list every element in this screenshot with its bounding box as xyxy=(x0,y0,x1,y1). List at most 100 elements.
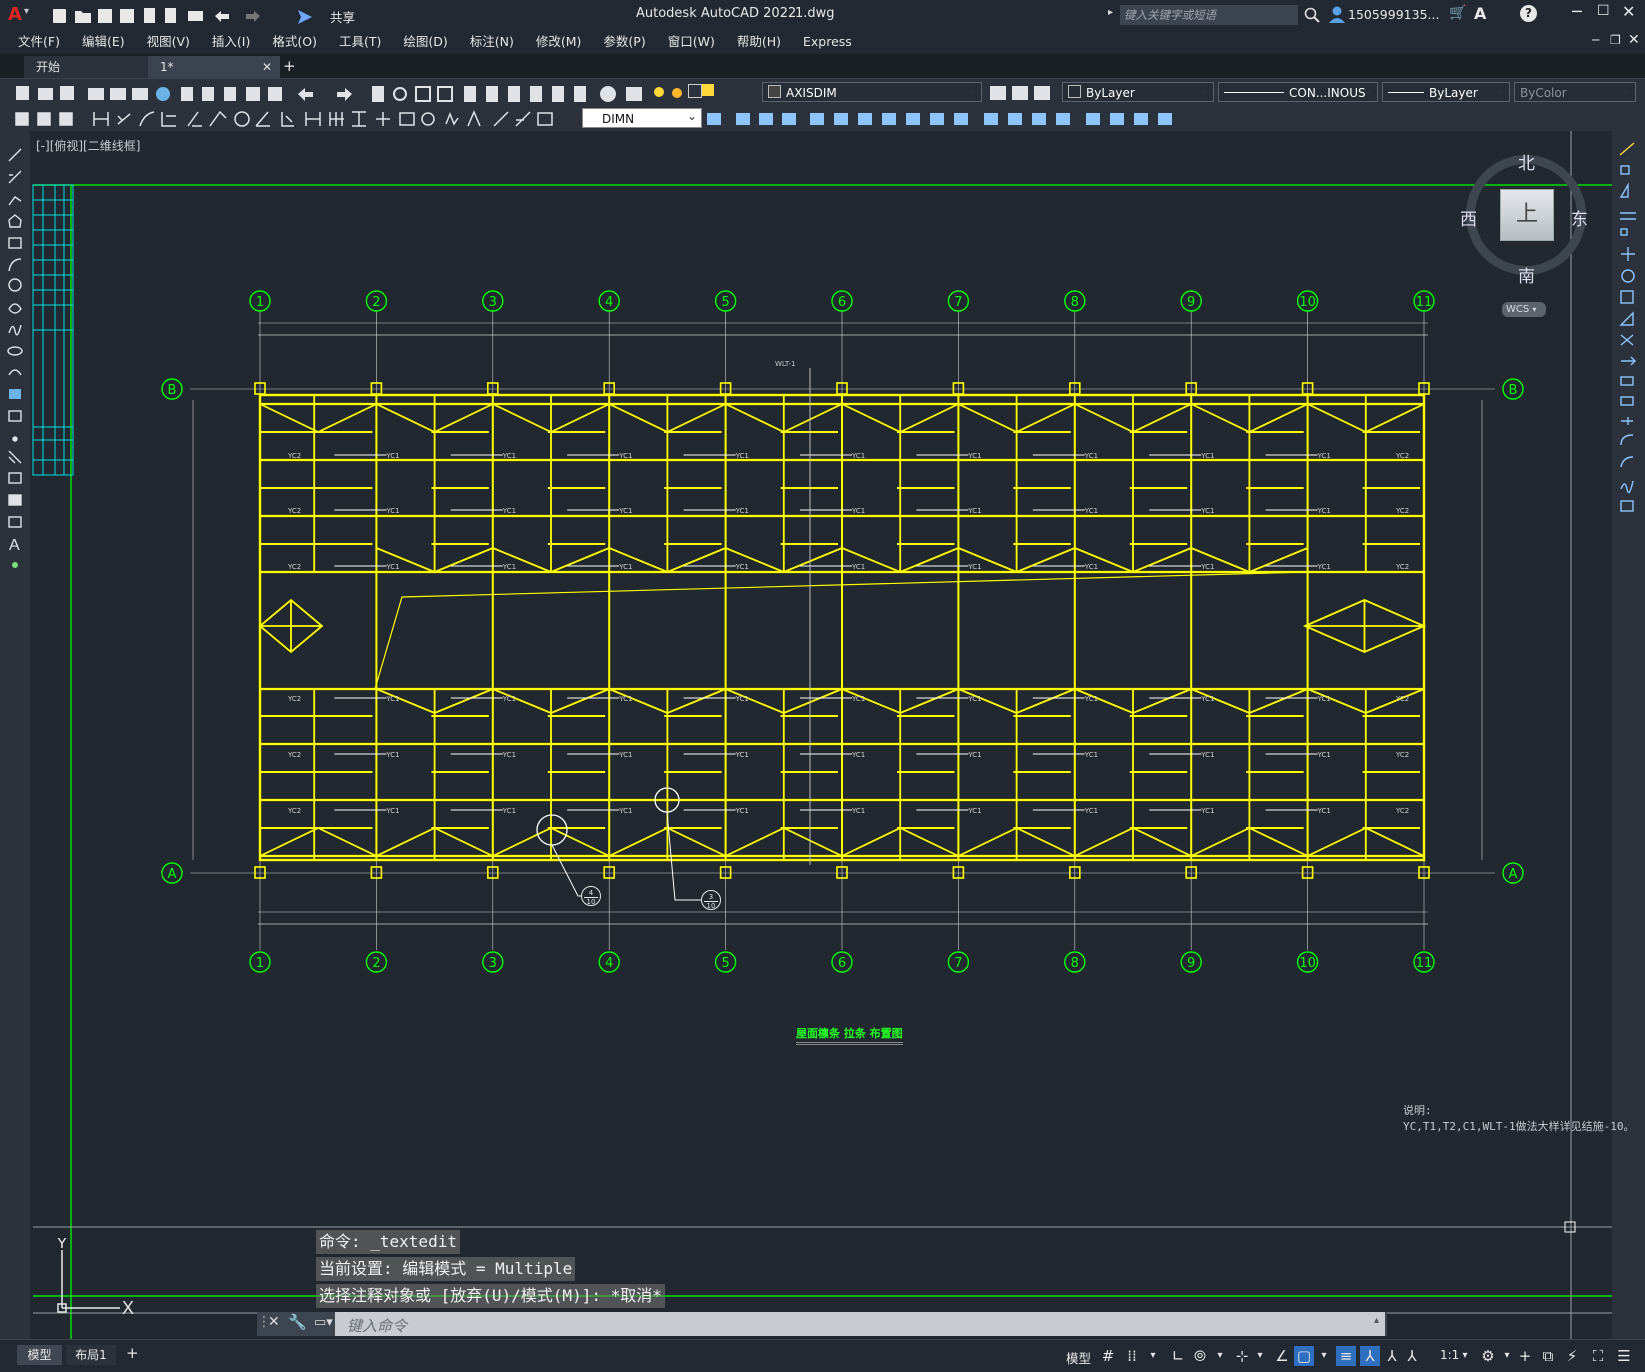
layer-on-icon xyxy=(654,87,664,97)
menu-file[interactable]: 文件(F) xyxy=(7,30,71,54)
ellipse-icon xyxy=(7,346,23,356)
help-icon[interactable]: ? xyxy=(1520,5,1537,22)
tolerance-icon xyxy=(399,112,415,126)
detail-callout-2[interactable]: 3 10 xyxy=(701,890,721,910)
3d-dwf-icon xyxy=(156,87,170,101)
color-swatch-icon xyxy=(1068,85,1081,98)
design-note[interactable]: 说明: YC,T1,T2,C1,WLT-1做法大样详见结施-10。 xyxy=(1403,1103,1634,1135)
ucs-icon: Y X xyxy=(57,1238,134,1318)
note-body: YC,T1,T2,C1,WLT-1做法大样详见结施-10。 xyxy=(1403,1120,1635,1133)
polar-chevron-icon[interactable]: ▾ xyxy=(1210,1346,1230,1366)
dimstyle-dropdown[interactable]: AXISDIM xyxy=(762,80,982,102)
menu-help[interactable]: 帮助(H) xyxy=(726,30,792,54)
menu-draw[interactable]: 绘图(D) xyxy=(392,30,458,54)
linetype-sample xyxy=(1224,92,1284,93)
osnap-chevron-icon[interactable]: ▾ xyxy=(1314,1346,1334,1366)
polar-icon[interactable]: ⦾ xyxy=(1190,1346,1210,1366)
menu-modify[interactable]: 修改(M) xyxy=(525,30,593,54)
workspace-gear-icon[interactable]: ⚙ xyxy=(1478,1346,1498,1366)
copy-icon xyxy=(202,87,214,101)
add-layout-icon[interactable]: + xyxy=(126,1344,139,1362)
layer-dropdown[interactable]: DIMN xyxy=(582,106,702,128)
viewcube-top-face[interactable]: 上 xyxy=(1500,189,1554,241)
doc-close-icon[interactable]: ✕ xyxy=(1628,32,1640,48)
lineweight-toggle-icon[interactable]: ≡ xyxy=(1336,1346,1356,1366)
close-icon[interactable]: ✕ xyxy=(1622,2,1635,21)
lineweight-dropdown[interactable]: ByLayer xyxy=(1382,80,1510,102)
isodraft-icon[interactable]: ⊹ xyxy=(1232,1346,1252,1366)
annotation-monitor-icon[interactable]: + xyxy=(1515,1346,1535,1366)
viewcube-west[interactable]: 西 xyxy=(1460,205,1477,230)
drawing-title[interactable]: 屋面檩条 拉条 布置图 xyxy=(796,1025,903,1045)
search-icon[interactable] xyxy=(1304,7,1320,23)
insert-block-icon xyxy=(9,389,21,399)
snap-icon[interactable]: ⁞⁞ xyxy=(1122,1346,1142,1366)
workspace-chevron-icon[interactable]: ▾ xyxy=(1497,1346,1517,1366)
command-customize-icon[interactable]: 🔧 xyxy=(288,1313,307,1331)
customization-icon[interactable]: ☰ xyxy=(1614,1346,1634,1366)
viewcube-north[interactable]: 北 xyxy=(1518,149,1535,174)
viewcube-south[interactable]: 南 xyxy=(1518,262,1535,287)
auto-scale-icon[interactable]: ⅄ xyxy=(1382,1346,1402,1366)
command-history-chevron-icon[interactable]: ▴ xyxy=(1374,1315,1379,1326)
search-placeholder: 键入关键字或短语 xyxy=(1124,8,1216,22)
search-expand-icon[interactable]: ▸ xyxy=(1108,7,1113,18)
menu-dimension[interactable]: 标注(N) xyxy=(459,30,525,54)
detail-callout-1[interactable]: 4 10 xyxy=(581,886,601,906)
command-recent-icon[interactable]: ▭▾ xyxy=(314,1315,333,1330)
tab-layout1[interactable]: 布局1 xyxy=(66,1345,116,1365)
object-snap-tracking-icon[interactable]: ∠ xyxy=(1272,1346,1292,1366)
isodraft-chevron-icon[interactable]: ▾ xyxy=(1250,1346,1270,1366)
grid-icon[interactable]: # xyxy=(1098,1346,1118,1366)
user-name[interactable]: 1505999135... xyxy=(1348,7,1439,22)
menu-window[interactable]: 窗口(W) xyxy=(657,30,726,54)
object-icon-2 xyxy=(759,113,773,125)
title-bar: A ▾ 共享 Autodesk AutoCAD 2022 1.dwg ▸ 键入关… xyxy=(0,0,1645,30)
viewport-label[interactable]: [-][俯视][二维线框] xyxy=(36,137,140,154)
tab-close-icon[interactable]: ✕ xyxy=(262,56,272,78)
plotstyle-dropdown[interactable]: ByColor xyxy=(1514,80,1636,102)
ortho-icon[interactable]: ∟ xyxy=(1168,1346,1188,1366)
menu-view[interactable]: 视图(V) xyxy=(136,30,201,54)
wcs-menu[interactable]: WCS ▾ xyxy=(1502,302,1546,317)
share-label[interactable]: 共享 xyxy=(330,7,355,26)
app-menu-chevron-icon[interactable]: ▾ xyxy=(24,6,29,17)
menu-express[interactable]: Express xyxy=(792,30,863,54)
tab-start[interactable]: 开始 xyxy=(24,56,156,78)
user-icon[interactable] xyxy=(1328,6,1346,24)
viewcube-east[interactable]: 东 xyxy=(1571,205,1588,230)
doc-restore-icon[interactable]: ❐ xyxy=(1610,33,1621,47)
command-input[interactable]: 键入命令 ▴ xyxy=(335,1312,1385,1336)
menu-tools[interactable]: 工具(T) xyxy=(328,30,392,54)
tab-model[interactable]: 模型 xyxy=(17,1345,62,1365)
search-input[interactable]: 键入关键字或短语 xyxy=(1120,5,1298,25)
autodesk-app-icon[interactable]: A xyxy=(1474,4,1486,23)
units-icon[interactable]: ⧉ xyxy=(1538,1346,1558,1366)
model-space-button[interactable]: 模型 xyxy=(1066,1348,1091,1367)
tab-drawing[interactable]: 1* ✕ xyxy=(148,56,280,78)
maximize-icon[interactable]: ☐ xyxy=(1597,3,1610,19)
cart-icon[interactable]: 🛒 xyxy=(1449,5,1466,21)
linetype-dropdown[interactable]: CON...INOUS xyxy=(1218,80,1378,102)
quick-properties-icon[interactable]: ⚡ xyxy=(1562,1346,1582,1366)
menu-insert[interactable]: 插入(I) xyxy=(201,30,261,54)
menu-format[interactable]: 格式(O) xyxy=(261,30,328,54)
layer-lock-icon[interactable] xyxy=(688,84,702,98)
menu-parametric[interactable]: 参数(P) xyxy=(592,30,656,54)
color-dropdown[interactable]: ByLayer xyxy=(1062,80,1214,102)
doc-minimize-icon[interactable]: ─ xyxy=(1592,33,1599,47)
layer-previous-icon xyxy=(1034,86,1050,100)
scale-chevron-icon[interactable]: ▾ xyxy=(1455,1346,1475,1366)
object-snap-icon[interactable]: ▢ xyxy=(1294,1346,1314,1366)
annotation-scale-icon[interactable]: ⅄ xyxy=(1402,1346,1422,1366)
snap-menu-chevron-icon[interactable]: ▾ xyxy=(1143,1346,1163,1366)
drawing-canvas[interactable]: [-][俯视][二维线框] xyxy=(30,131,1612,1339)
command-close-icon[interactable]: ✕ xyxy=(268,1314,280,1330)
object-icon-5 xyxy=(834,113,848,125)
annotation-visibility-icon[interactable]: ⅄ xyxy=(1360,1346,1380,1366)
new-tab-icon[interactable]: + xyxy=(283,57,296,75)
minimize-icon[interactable]: ─ xyxy=(1572,2,1582,21)
clean-screen-icon[interactable]: ⛶ xyxy=(1588,1346,1608,1366)
menu-edit[interactable]: 编辑(E) xyxy=(71,30,136,54)
app-logo[interactable]: A xyxy=(8,4,22,25)
